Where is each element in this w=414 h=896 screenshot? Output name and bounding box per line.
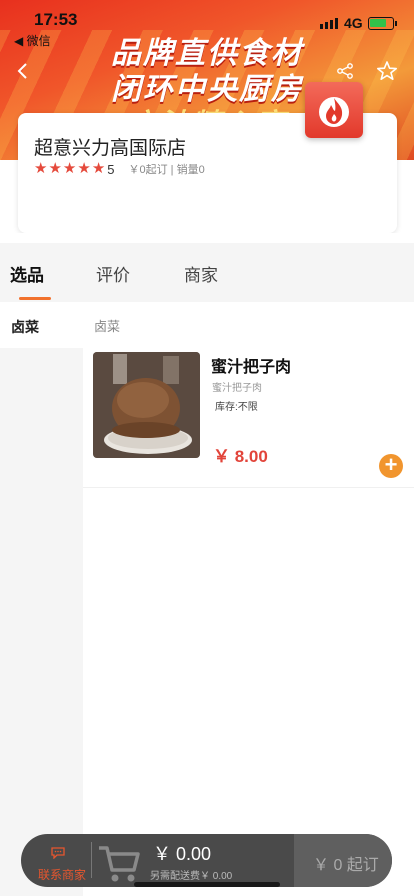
store-name: 超意兴力高国际店 — [34, 138, 187, 159]
star-icon: ★ — [48, 160, 62, 177]
battery-icon — [368, 17, 397, 30]
category-title: 卤菜 — [94, 319, 121, 334]
shopping-cart-icon[interactable] — [96, 842, 142, 884]
star-icon: ★ — [91, 160, 106, 177]
tab-reviews[interactable]: 评价 — [96, 261, 130, 286]
sidebar-item-braised[interactable]: 卤菜 — [0, 302, 83, 348]
cart-total: ￥ 0.00 — [153, 844, 212, 864]
network-type: 4G — [344, 15, 363, 31]
sidebar-item-label: 卤菜 — [11, 319, 39, 335]
back-to-app-link[interactable]: ◀ 微信 — [14, 32, 51, 49]
product-price: ￥ 8.00 — [213, 447, 268, 466]
signal-icon — [320, 18, 338, 29]
cart-bar: 联系商家 ￥ 0.00 另需配送费￥ 0.00 ￥ 0 起订 — [21, 834, 392, 887]
divider — [91, 842, 92, 878]
tab-merchant[interactable]: 商家 — [184, 261, 218, 286]
chat-bubble-icon — [51, 847, 65, 859]
rating-stars: ★ ★ ★ ★ ★ — [34, 161, 105, 177]
star-icon: ★ — [62, 160, 77, 177]
product-name: 蜜汁把子肉 — [211, 359, 292, 376]
store-rating: ★ ★ ★ ★ ★ 5 ￥0起订 | 销量0 — [34, 161, 205, 177]
category-sidebar: 卤菜 — [0, 302, 83, 896]
checkout-button[interactable]: ￥ 0 起订 — [294, 834, 392, 887]
star-icon: ★ — [34, 160, 48, 177]
tab-products[interactable]: 选品 — [10, 261, 44, 286]
share-icon[interactable] — [336, 62, 354, 80]
star-icon: ★ — [77, 160, 91, 177]
status-time: 17:53 — [34, 10, 78, 29]
section-gap — [0, 233, 414, 243]
star-outline-icon[interactable] — [376, 60, 398, 82]
store-logo — [305, 82, 363, 138]
checkout-label: ￥ 0 起订 — [313, 857, 379, 874]
home-indicator — [134, 882, 280, 887]
store-tabs: 选品 评价 商家 — [0, 243, 414, 302]
status-bar: 17:53 ◀ 微信 4G — [0, 0, 414, 48]
chevron-left-icon[interactable] — [12, 60, 34, 82]
product-card[interactable]: 蜜汁把子肉 蜜汁把子肉 库存:不限 ￥ 8.00 + — [83, 340, 414, 488]
active-tab-indicator — [19, 297, 51, 300]
contact-merchant-button[interactable]: 联系商家 — [21, 834, 91, 887]
contact-merchant-label: 联系商家 — [38, 868, 87, 882]
product-image — [93, 352, 200, 458]
store-meta: ￥0起订 | 销量0 — [128, 164, 205, 176]
product-description: 蜜汁把子肉 — [212, 383, 262, 394]
product-stock: 库存:不限 — [215, 402, 258, 413]
rating-score: 5 — [107, 161, 115, 177]
delivery-fee: 另需配送费￥ 0.00 — [150, 871, 233, 882]
flame-icon — [319, 97, 349, 127]
add-to-cart-button[interactable]: + — [379, 454, 403, 478]
